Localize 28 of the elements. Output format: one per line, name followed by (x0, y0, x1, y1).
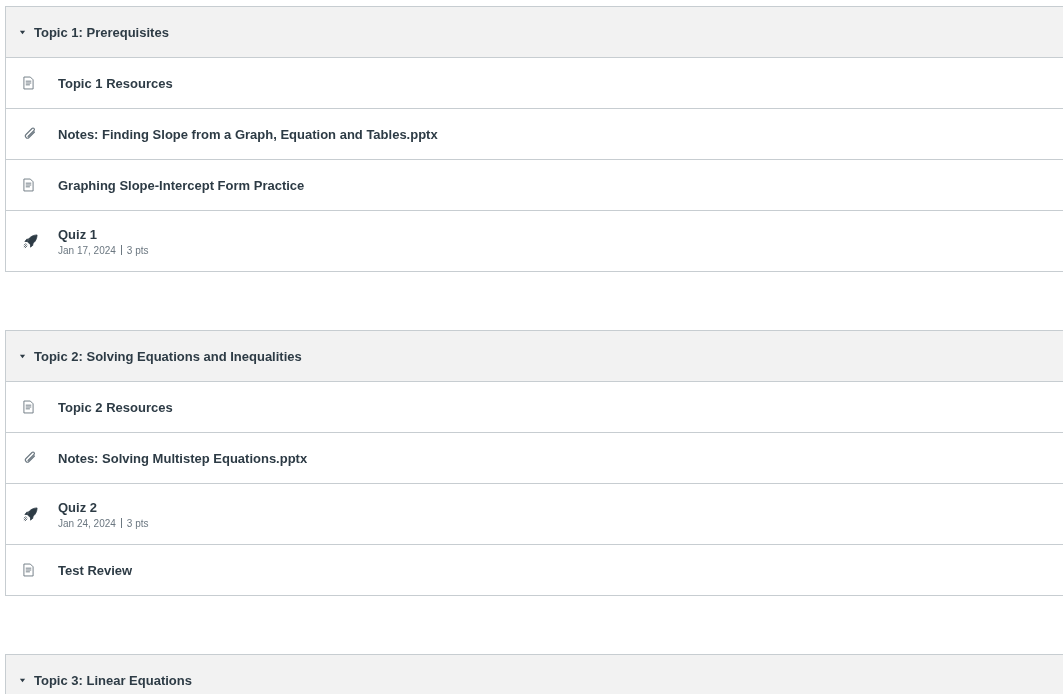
document-icon (23, 178, 34, 192)
module-title: Topic 2: Solving Equations and Inequalities (34, 348, 302, 364)
module-header[interactable]: Topic 1: Prerequisites (6, 7, 1063, 58)
module-header[interactable]: Topic 3: Linear Equations (6, 655, 1063, 694)
document-icon (23, 563, 34, 577)
rocket-icon (23, 506, 38, 522)
points: 3 pts (126, 244, 149, 256)
divider-bar (120, 245, 122, 255)
item-title[interactable]: Topic 1 Resources (58, 75, 173, 91)
paperclip-icon (23, 451, 37, 465)
document-icon (23, 76, 34, 90)
due-date: Jan 17, 2024 (58, 244, 116, 256)
item-title[interactable]: Notes: Solving Multistep Equations.pptx (58, 450, 308, 466)
module-header[interactable]: Topic 2: Solving Equations and Inequalities (6, 331, 1063, 382)
paperclip-icon (23, 127, 37, 141)
item-title[interactable]: Test Review (58, 562, 133, 578)
due-date: Jan 24, 2024 (58, 517, 116, 529)
points: 3 pts (126, 517, 149, 529)
module-title: Topic 3: Linear Equations (34, 672, 192, 688)
item-title[interactable]: Quiz 1 (58, 226, 149, 242)
item-title[interactable]: Quiz 2 (58, 499, 149, 515)
document-icon (23, 400, 34, 414)
item-title[interactable]: Topic 2 Resources (58, 399, 173, 415)
item-title[interactable]: Graphing Slope-Intercept Form Practice (58, 177, 305, 193)
item-title[interactable]: Notes: Finding Slope from a Graph, Equation and Tables.pptx (58, 126, 438, 142)
module-title: Topic 1: Prerequisites (34, 24, 169, 40)
divider-bar (120, 518, 122, 528)
rocket-icon (23, 233, 38, 249)
